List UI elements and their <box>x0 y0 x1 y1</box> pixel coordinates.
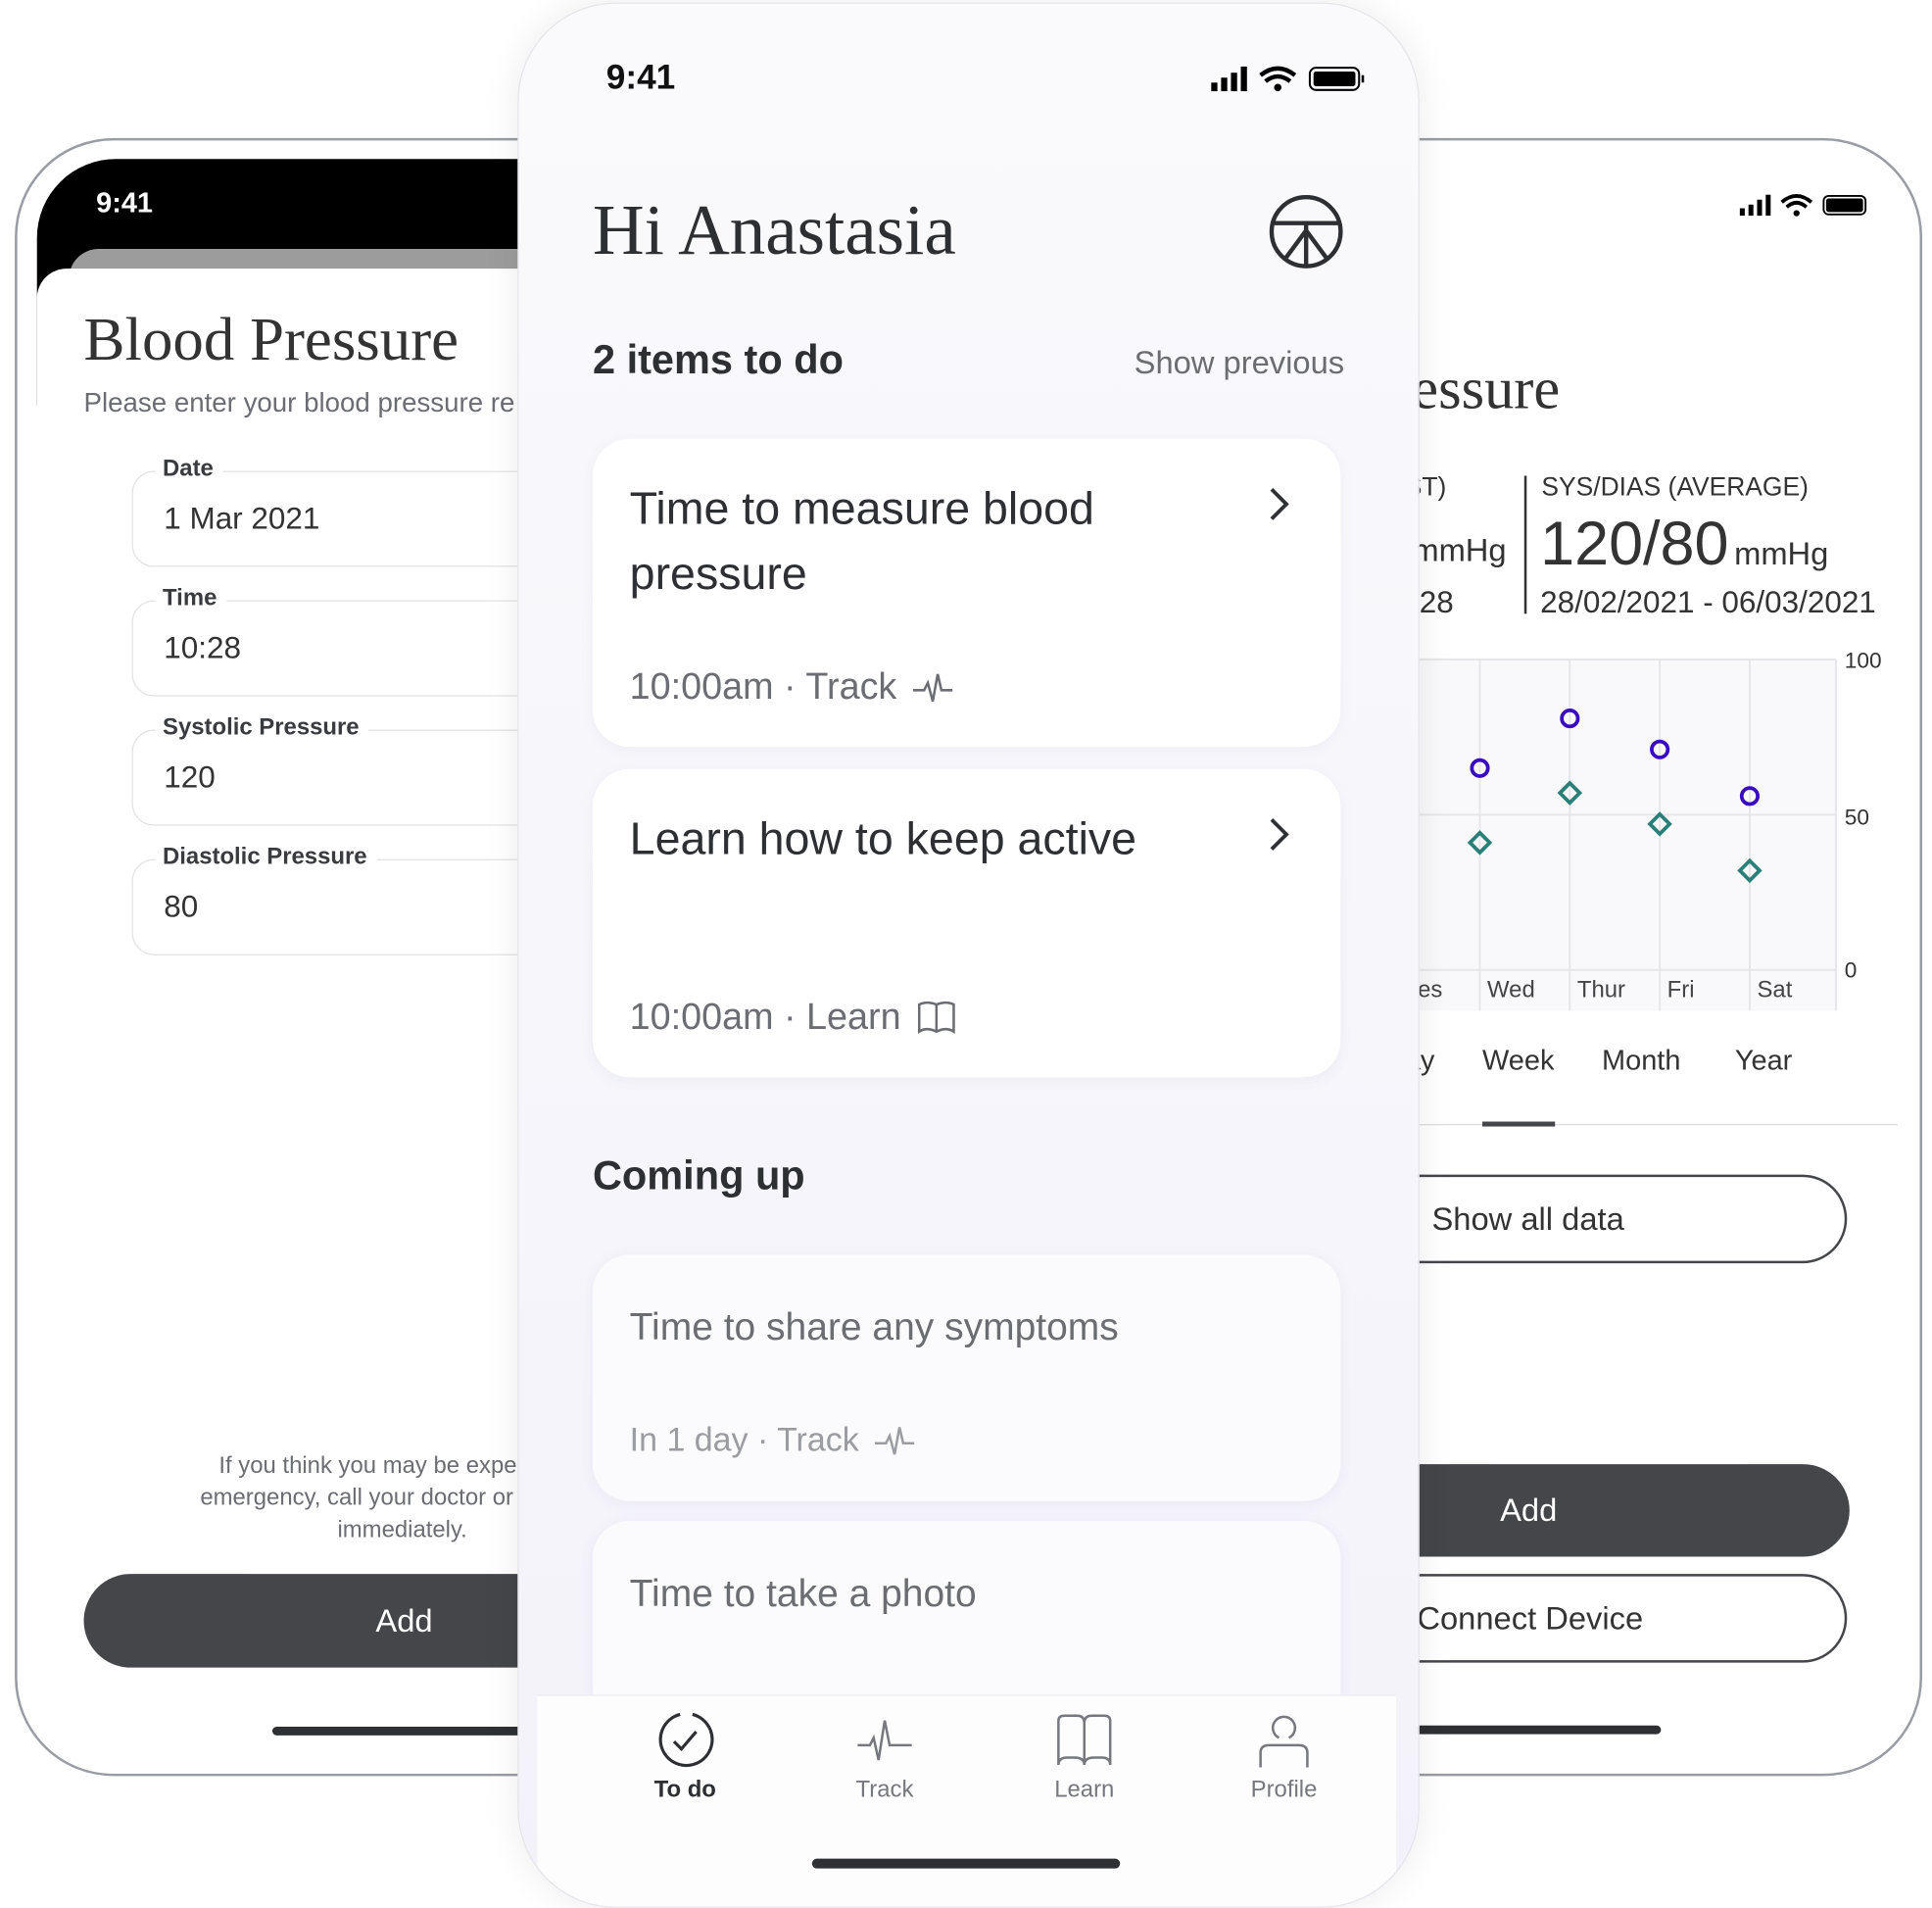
active-tab-indicator <box>1482 1121 1556 1127</box>
field-value: 1 Mar 2021 <box>164 501 320 537</box>
connect-device-button[interactable]: Connect Device <box>1355 1574 1848 1663</box>
show-previous-link[interactable]: Show previous <box>1135 344 1344 382</box>
connect-device-label: Connect Device <box>1417 1598 1644 1637</box>
y-tick-label: 50 <box>1844 805 1869 830</box>
card-meta-text: In 1 day · Track <box>629 1421 859 1458</box>
status-icons <box>1737 190 1872 225</box>
card-meta: 10:00am · Learn <box>630 997 958 1039</box>
show-all-data-button[interactable]: Show all data <box>1355 1174 1848 1264</box>
tab-profile[interactable]: Profile <box>1210 1711 1358 1805</box>
chevron-right-icon <box>1270 487 1289 520</box>
pulse-icon <box>875 1426 915 1454</box>
pulse-icon <box>857 1720 912 1761</box>
card-meta: 10:00am · Track <box>630 666 953 709</box>
todo-card-measure-bp[interactable]: Time to measure blood pressure 10:00am ·… <box>592 438 1341 748</box>
x-tick-label: Sat <box>1757 977 1793 1003</box>
greeting: Hi Anastasia <box>592 189 956 270</box>
tab-label: Profile <box>1250 1777 1318 1804</box>
summary-divider <box>1523 475 1527 614</box>
tab-learn[interactable]: Learn <box>1010 1711 1158 1805</box>
card-meta-text: 10:00am · Track <box>629 666 897 708</box>
tab-track[interactable]: Track <box>811 1711 959 1805</box>
page-title: Blood Pressure <box>83 304 459 374</box>
average-reading: 120/80 mmHg <box>1540 508 1828 579</box>
chevron-right-icon <box>1270 818 1289 851</box>
upcoming-card-symptoms[interactable]: Time to share any symptoms In 1 day · Tr… <box>592 1254 1341 1501</box>
card-title: Time to take a photo <box>629 1571 977 1615</box>
todo-card-keep-active[interactable]: Learn how to keep active 10:00am · Learn <box>592 768 1341 1078</box>
todo-heading: 2 items to do <box>592 336 844 382</box>
y-tick-label: 100 <box>1844 648 1882 673</box>
average-value: 120/80 <box>1540 509 1729 578</box>
card-meta: In 1 day · Track <box>630 1421 916 1459</box>
x-tick-label: Wed <box>1487 977 1535 1003</box>
tab-label: Track <box>855 1777 914 1804</box>
status-time: 9:41 <box>605 58 676 97</box>
field-value: 120 <box>164 760 216 796</box>
bp-week-chart <box>1392 658 1837 1011</box>
tab-to-do[interactable]: To do <box>611 1711 759 1805</box>
x-tick-label: Fri <box>1666 977 1695 1003</box>
field-label: Date <box>155 456 223 484</box>
check-circle-icon <box>658 1712 714 1768</box>
field-value: 80 <box>164 890 199 925</box>
add-button-label: Add <box>1500 1491 1558 1529</box>
add-button-label: Add <box>375 1601 433 1639</box>
home-indicator <box>1392 1725 1662 1735</box>
card-title: Time to share any symptoms <box>629 1304 1119 1348</box>
show-all-data-label: Show all data <box>1431 1199 1624 1238</box>
tab-month[interactable]: Month <box>1602 1044 1680 1077</box>
card-title: Time to measure blood pressure <box>629 483 1094 600</box>
field-label: Diastolic Pressure <box>155 844 377 872</box>
field-label: Time <box>155 585 227 613</box>
average-label: SYS/DIAS (AVERAGE) <box>1541 472 1809 502</box>
page-subtitle: Please enter your blood pressure re <box>83 386 515 418</box>
todo-home-screen: 9:41 Hi Anastasia 2 items to do Show pre… <box>517 2 1420 1908</box>
bottom-tab-bar: To do Track Learn Profile <box>537 1694 1396 1907</box>
average-unit: mmHg <box>1734 534 1829 572</box>
latest-unit: mmHg <box>1412 531 1507 568</box>
card-title: Learn how to keep active <box>629 813 1137 864</box>
tab-label: To do <box>653 1777 716 1804</box>
y-tick-label: 0 <box>1844 957 1858 983</box>
field-label: Systolic Pressure <box>155 714 369 743</box>
add-button[interactable]: Add <box>1355 1464 1850 1557</box>
home-indicator <box>811 1858 1121 1869</box>
person-icon <box>1259 1715 1309 1768</box>
tab-label: Learn <box>1054 1777 1115 1804</box>
book-icon <box>1057 1714 1112 1766</box>
coming-up-heading: Coming up <box>592 1151 805 1199</box>
tab-year[interactable]: Year <box>1735 1044 1792 1077</box>
signal-wifi-battery-icon <box>1211 66 1365 92</box>
x-tick-label: Thur <box>1576 977 1626 1003</box>
average-date-range: 28/02/2021 - 06/03/2021 <box>1540 585 1876 620</box>
pulse-icon <box>912 673 952 702</box>
book-icon <box>918 1001 955 1035</box>
plot-background <box>1392 659 1836 1011</box>
signal-wifi-battery-icon <box>1739 194 1867 217</box>
tab-divider <box>1392 1124 1898 1126</box>
field-value: 10:28 <box>164 630 241 666</box>
status-time: 9:41 <box>96 185 154 219</box>
app-logo-icon[interactable] <box>1268 193 1344 269</box>
tab-week[interactable]: Week <box>1482 1044 1554 1077</box>
card-meta-text: 10:00am · Learn <box>629 997 901 1038</box>
